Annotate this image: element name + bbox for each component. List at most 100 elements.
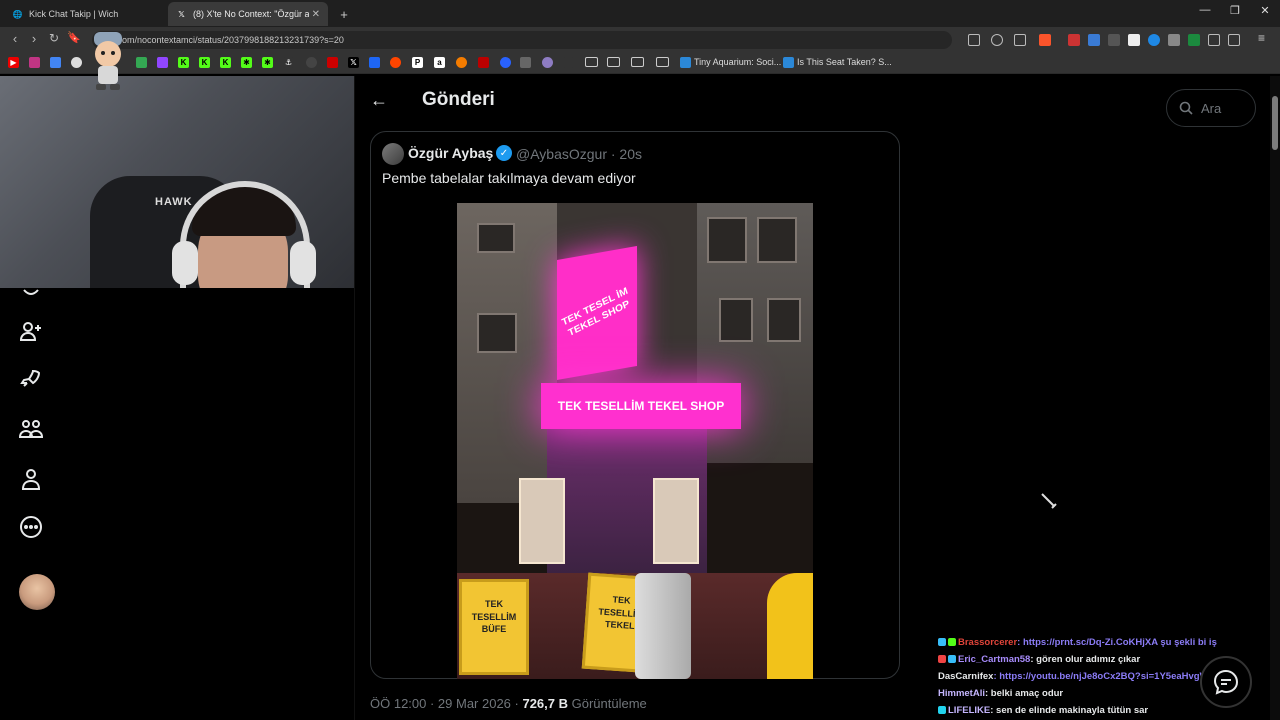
bookmark-icon[interactable] xyxy=(680,57,691,68)
window xyxy=(477,313,517,353)
bookmark-icon[interactable] xyxy=(369,57,380,68)
bookmark-icon[interactable]: 🔖 xyxy=(65,31,83,44)
reload-icon[interactable]: ↻ xyxy=(45,31,63,45)
chat-message: DasCarnifex: https://youtu.be/njJe8oCx2B… xyxy=(938,668,1238,685)
anchor-icon[interactable]: ⚓ xyxy=(283,57,294,68)
extension-icon[interactable] xyxy=(1168,34,1180,46)
trash-bin xyxy=(635,573,691,679)
bookmark-icon[interactable] xyxy=(306,57,317,68)
folder-icon[interactable] xyxy=(607,57,620,67)
post-photo[interactable]: TEK TESEL İM TEKEL SHOP TEK TESELLİM TEK… xyxy=(457,203,813,679)
share-icon[interactable] xyxy=(1014,34,1026,46)
search-placeholder: Ara xyxy=(1201,100,1222,116)
sidebar-icon[interactable] xyxy=(1228,34,1240,46)
maximize-icon[interactable]: ❐ xyxy=(1220,4,1250,17)
headset-earcup xyxy=(290,241,316,285)
bookmark-link[interactable]: Is This Seat Taken? S... xyxy=(797,57,892,67)
tab-kick-chat[interactable]: 🌐 Kick Chat Takip | Wich xyxy=(4,2,164,26)
extension-icon[interactable] xyxy=(1108,34,1120,46)
profile-icon[interactable] xyxy=(18,466,44,492)
post-meta: ÖÖ 12:00 · 29 Mar 2026 · 726,7 B Görüntü… xyxy=(370,696,647,711)
rocket-icon[interactable] xyxy=(18,366,44,392)
reddit-icon[interactable] xyxy=(390,57,401,68)
drive-icon[interactable] xyxy=(136,57,147,68)
close-window-icon[interactable]: ✕ xyxy=(1250,4,1280,17)
post-text: Pembe tabelalar takılmaya devam ediyor xyxy=(382,170,636,186)
kick-icon[interactable]: K xyxy=(220,57,231,68)
new-tab-button[interactable]: + xyxy=(334,2,354,26)
post-timestamp[interactable]: ÖÖ 12:00 · 29 Mar 2026 · xyxy=(370,696,522,711)
author-avatar[interactable] xyxy=(382,143,404,165)
chat-message: Brassorcerer: https://prnt.sc/Dq-Zi.CoKH… xyxy=(938,634,1238,651)
chat-username: DasCarnifex xyxy=(938,671,994,682)
bookmark-icon[interactable]: ✱ xyxy=(241,57,252,68)
folder-icon[interactable] xyxy=(656,57,669,67)
messages-button[interactable] xyxy=(1200,656,1252,708)
bookmark-icon[interactable] xyxy=(456,57,467,68)
chat-badge-icon xyxy=(938,706,946,714)
search-input[interactable]: Ara xyxy=(1166,89,1256,127)
back-icon[interactable]: ‹ xyxy=(6,31,24,46)
extension-icon[interactable] xyxy=(1148,34,1160,46)
bookmark-icon[interactable] xyxy=(478,57,489,68)
window xyxy=(757,217,797,263)
account-avatar[interactable] xyxy=(19,574,55,610)
bookmark-icon[interactable] xyxy=(71,57,82,68)
sword-cursor-icon xyxy=(1041,493,1057,509)
kick-icon[interactable]: K xyxy=(199,57,210,68)
bookmark-icon[interactable]: ✱ xyxy=(262,57,273,68)
bookmark-link[interactable]: Tiny Aquarium: Soci... xyxy=(694,57,781,67)
extensions-puzzle-icon[interactable] xyxy=(1208,34,1220,46)
chair-logo: HAWK xyxy=(155,196,193,208)
close-tab-icon[interactable]: ✕ xyxy=(312,9,320,20)
sign-board: TEK TESELLİM BÜFE xyxy=(459,579,529,675)
bookmark-icon[interactable]: P xyxy=(412,57,423,68)
chat-bubble-icon xyxy=(1213,669,1239,695)
bookmark-icon[interactable] xyxy=(500,57,511,68)
cast-icon[interactable] xyxy=(968,34,980,46)
scrollbar-track[interactable] xyxy=(1270,76,1280,720)
globe-icon: 🌐 xyxy=(12,9,23,19)
menu-icon[interactable]: ≡ xyxy=(1258,31,1270,45)
page-title: Gönderi xyxy=(422,89,495,110)
extension-icon[interactable] xyxy=(1088,34,1100,46)
follow-icon[interactable] xyxy=(18,318,44,344)
bookmark-icon[interactable] xyxy=(50,57,61,68)
extension-icon[interactable] xyxy=(1068,34,1080,46)
fridge xyxy=(519,478,565,564)
brave-shield-icon[interactable] xyxy=(1039,34,1051,46)
more-icon[interactable] xyxy=(18,514,44,540)
x-logo-icon: 𝕏 xyxy=(178,9,185,19)
instagram-icon[interactable] xyxy=(29,57,40,68)
communities-icon[interactable] xyxy=(18,416,44,442)
youtube-icon[interactable]: ▶ xyxy=(8,57,19,68)
amazon-icon[interactable]: a xyxy=(434,57,445,68)
bookmark-icon[interactable] xyxy=(542,57,553,68)
extension-icon[interactable] xyxy=(1128,34,1140,46)
fridge xyxy=(653,478,699,564)
zoom-icon[interactable] xyxy=(991,34,1003,46)
tab-title: (8) X'te No Context: "Özgür abi xyxy=(193,9,309,19)
bookmark-icon[interactable] xyxy=(327,57,338,68)
chat-username: HimmetAli xyxy=(938,688,985,699)
tab-x-post[interactable]: 𝕏 (8) X'te No Context: "Özgür abi ✕ xyxy=(168,2,328,26)
bookmark-icon[interactable] xyxy=(520,57,531,68)
kick-icon[interactable]: K xyxy=(178,57,189,68)
bookmark-icon[interactable] xyxy=(563,57,574,68)
author-handle[interactable]: @AybasOzgur · 20s xyxy=(516,146,642,162)
x-logo-icon[interactable]: 𝕏 xyxy=(348,57,359,68)
url-field[interactable]: om/nocontextamci/status/2037998188213231… xyxy=(92,31,952,49)
neon-sign-top: TEK TESEL İM TEKEL SHOP xyxy=(557,245,637,381)
bookmark-icon[interactable] xyxy=(783,57,794,68)
author-name[interactable]: Özgür Aybaş xyxy=(408,145,493,161)
minimize-icon[interactable]: — xyxy=(1190,4,1220,16)
taxi xyxy=(767,573,813,679)
scrollbar-thumb[interactable] xyxy=(1272,96,1278,150)
folder-icon[interactable] xyxy=(631,57,644,67)
folder-icon[interactable] xyxy=(585,57,598,67)
excel-icon[interactable] xyxy=(1188,34,1200,46)
neon-sign-main: TEK TESELLİM TEKEL SHOP xyxy=(541,383,741,429)
twitch-icon[interactable] xyxy=(157,57,168,68)
forward-icon[interactable]: › xyxy=(25,31,43,46)
back-arrow-icon[interactable]: ← xyxy=(370,90,388,111)
